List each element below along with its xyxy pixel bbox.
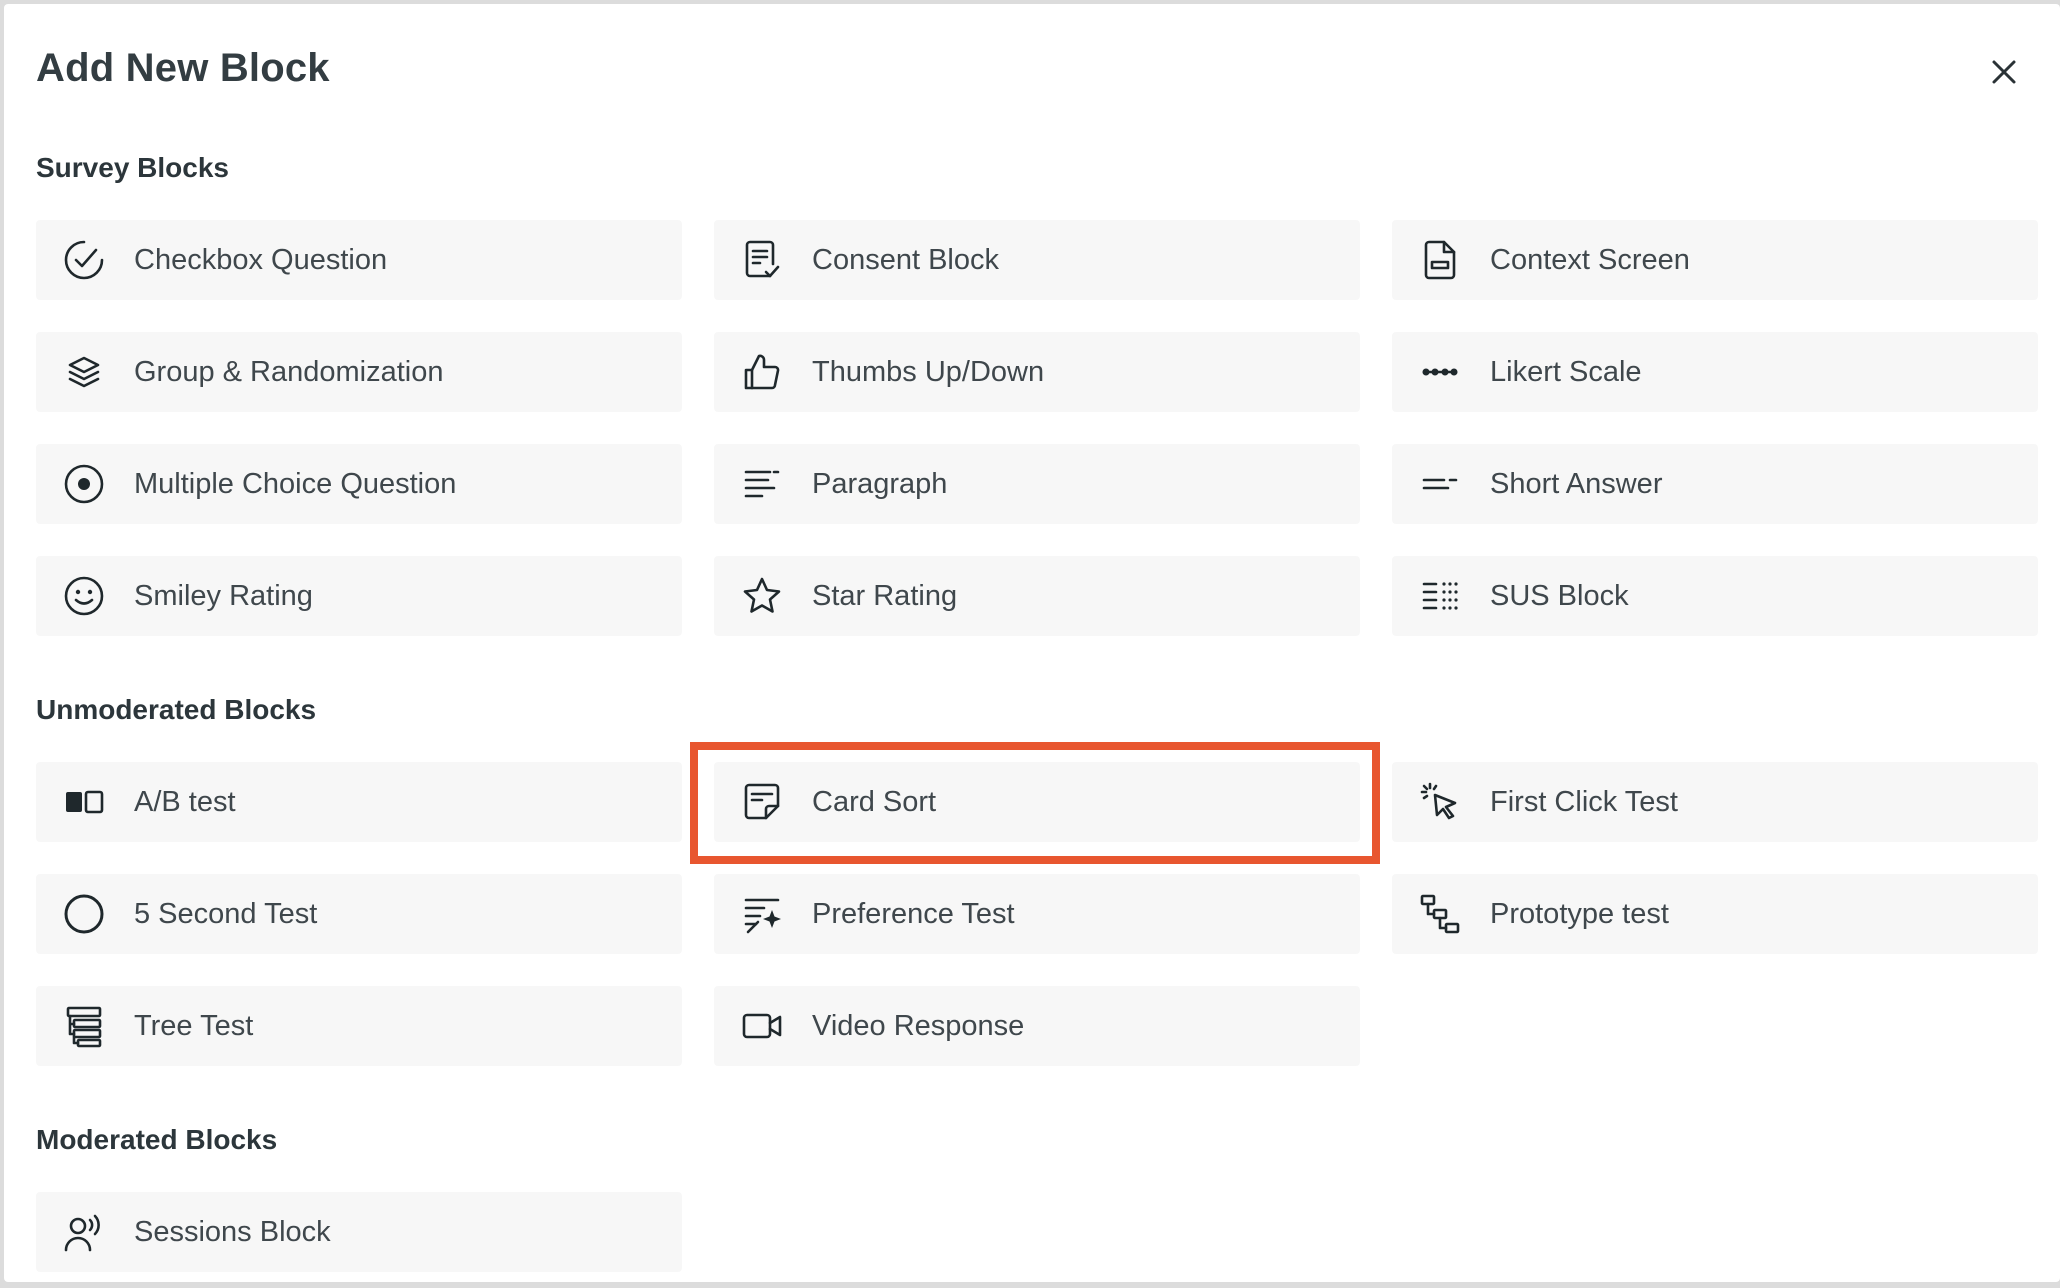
card-sort-icon (740, 780, 784, 824)
video-camera-icon (740, 1004, 784, 1048)
radio-icon (62, 462, 106, 506)
survey-blocks-grid: Checkbox Question Consent Block Context … (36, 220, 2044, 636)
block-card-sort[interactable]: Card Sort (714, 762, 1360, 842)
star-icon (740, 574, 784, 618)
block-group-randomization[interactable]: Group & Randomization (36, 332, 682, 412)
block-label: Paragraph (812, 467, 948, 500)
block-label: Checkbox Question (134, 243, 388, 276)
sus-list-icon (1418, 574, 1462, 618)
block-tree-test[interactable]: Tree Test (36, 986, 682, 1066)
block-star-rating[interactable]: Star Rating (714, 556, 1360, 636)
close-button[interactable] (1980, 48, 2028, 96)
block-label: Card Sort (812, 785, 937, 818)
block-label: Prototype test (1490, 897, 1669, 930)
circle-icon (62, 892, 106, 936)
block-multiple-choice[interactable]: Multiple Choice Question (36, 444, 682, 524)
thumbs-up-icon (740, 350, 784, 394)
block-first-click-test[interactable]: First Click Test (1392, 762, 2038, 842)
block-preference-test[interactable]: Preference Test (714, 874, 1360, 954)
block-label: Multiple Choice Question (134, 467, 457, 500)
moderated-blocks-grid: Sessions Block (36, 1192, 2044, 1272)
modal-title: Add New Block (36, 46, 330, 90)
block-label: A/B test (134, 785, 236, 818)
block-sus[interactable]: SUS Block (1392, 556, 2038, 636)
smiley-icon (62, 574, 106, 618)
block-label: Short Answer (1490, 467, 1663, 500)
block-paragraph[interactable]: Paragraph (714, 444, 1360, 524)
block-thumbs-up-down[interactable]: Thumbs Up/Down (714, 332, 1360, 412)
block-label: Likert Scale (1490, 355, 1642, 388)
block-label: Smiley Rating (134, 579, 313, 612)
block-label: 5 Second Test (134, 897, 318, 930)
block-context-screen[interactable]: Context Screen (1392, 220, 2038, 300)
short-answer-icon (1418, 462, 1462, 506)
block-label: First Click Test (1490, 785, 1678, 818)
block-short-answer[interactable]: Short Answer (1392, 444, 2038, 524)
block-sessions[interactable]: Sessions Block (36, 1192, 682, 1272)
block-label: Group & Randomization (134, 355, 444, 388)
block-video-response[interactable]: Video Response (714, 986, 1360, 1066)
block-smiley-rating[interactable]: Smiley Rating (36, 556, 682, 636)
block-label: Tree Test (134, 1009, 254, 1042)
block-likert-scale[interactable]: Likert Scale (1392, 332, 2038, 412)
document-icon (1418, 238, 1462, 282)
preference-icon (740, 892, 784, 936)
block-label: Context Screen (1490, 243, 1690, 276)
unmoderated-blocks-grid: A/B test Card Sort First Click Test 5 Se… (36, 762, 2044, 1066)
section-title-survey: Survey Blocks (36, 152, 229, 183)
block-label: Preference Test (812, 897, 1015, 930)
document-check-icon (740, 238, 784, 282)
block-label: Thumbs Up/Down (812, 355, 1045, 388)
user-voice-icon (62, 1210, 106, 1254)
block-ab-test[interactable]: A/B test (36, 762, 682, 842)
check-circle-icon (62, 238, 106, 282)
add-block-modal: Add New Block Survey Blocks Checkbox Que… (4, 4, 2060, 1282)
block-5-second-test[interactable]: 5 Second Test (36, 874, 682, 954)
block-checkbox-question[interactable]: Checkbox Question (36, 220, 682, 300)
block-label: Star Rating (812, 579, 958, 612)
block-prototype-test[interactable]: Prototype test (1392, 874, 2038, 954)
layers-icon (62, 350, 106, 394)
likert-dots-icon (1418, 350, 1462, 394)
ab-test-icon (62, 780, 106, 824)
cursor-click-icon (1418, 780, 1462, 824)
block-label: Sessions Block (134, 1215, 331, 1248)
section-title-moderated: Moderated Blocks (36, 1124, 278, 1155)
block-label: SUS Block (1490, 579, 1629, 612)
block-consent[interactable]: Consent Block (714, 220, 1360, 300)
paragraph-icon (740, 462, 784, 506)
prototype-flow-icon (1418, 892, 1462, 936)
section-title-unmoderated: Unmoderated Blocks (36, 694, 317, 725)
tree-test-icon (62, 1004, 106, 1048)
block-label: Consent Block (812, 243, 999, 276)
block-label: Video Response (812, 1009, 1025, 1042)
close-icon (1992, 60, 2016, 84)
